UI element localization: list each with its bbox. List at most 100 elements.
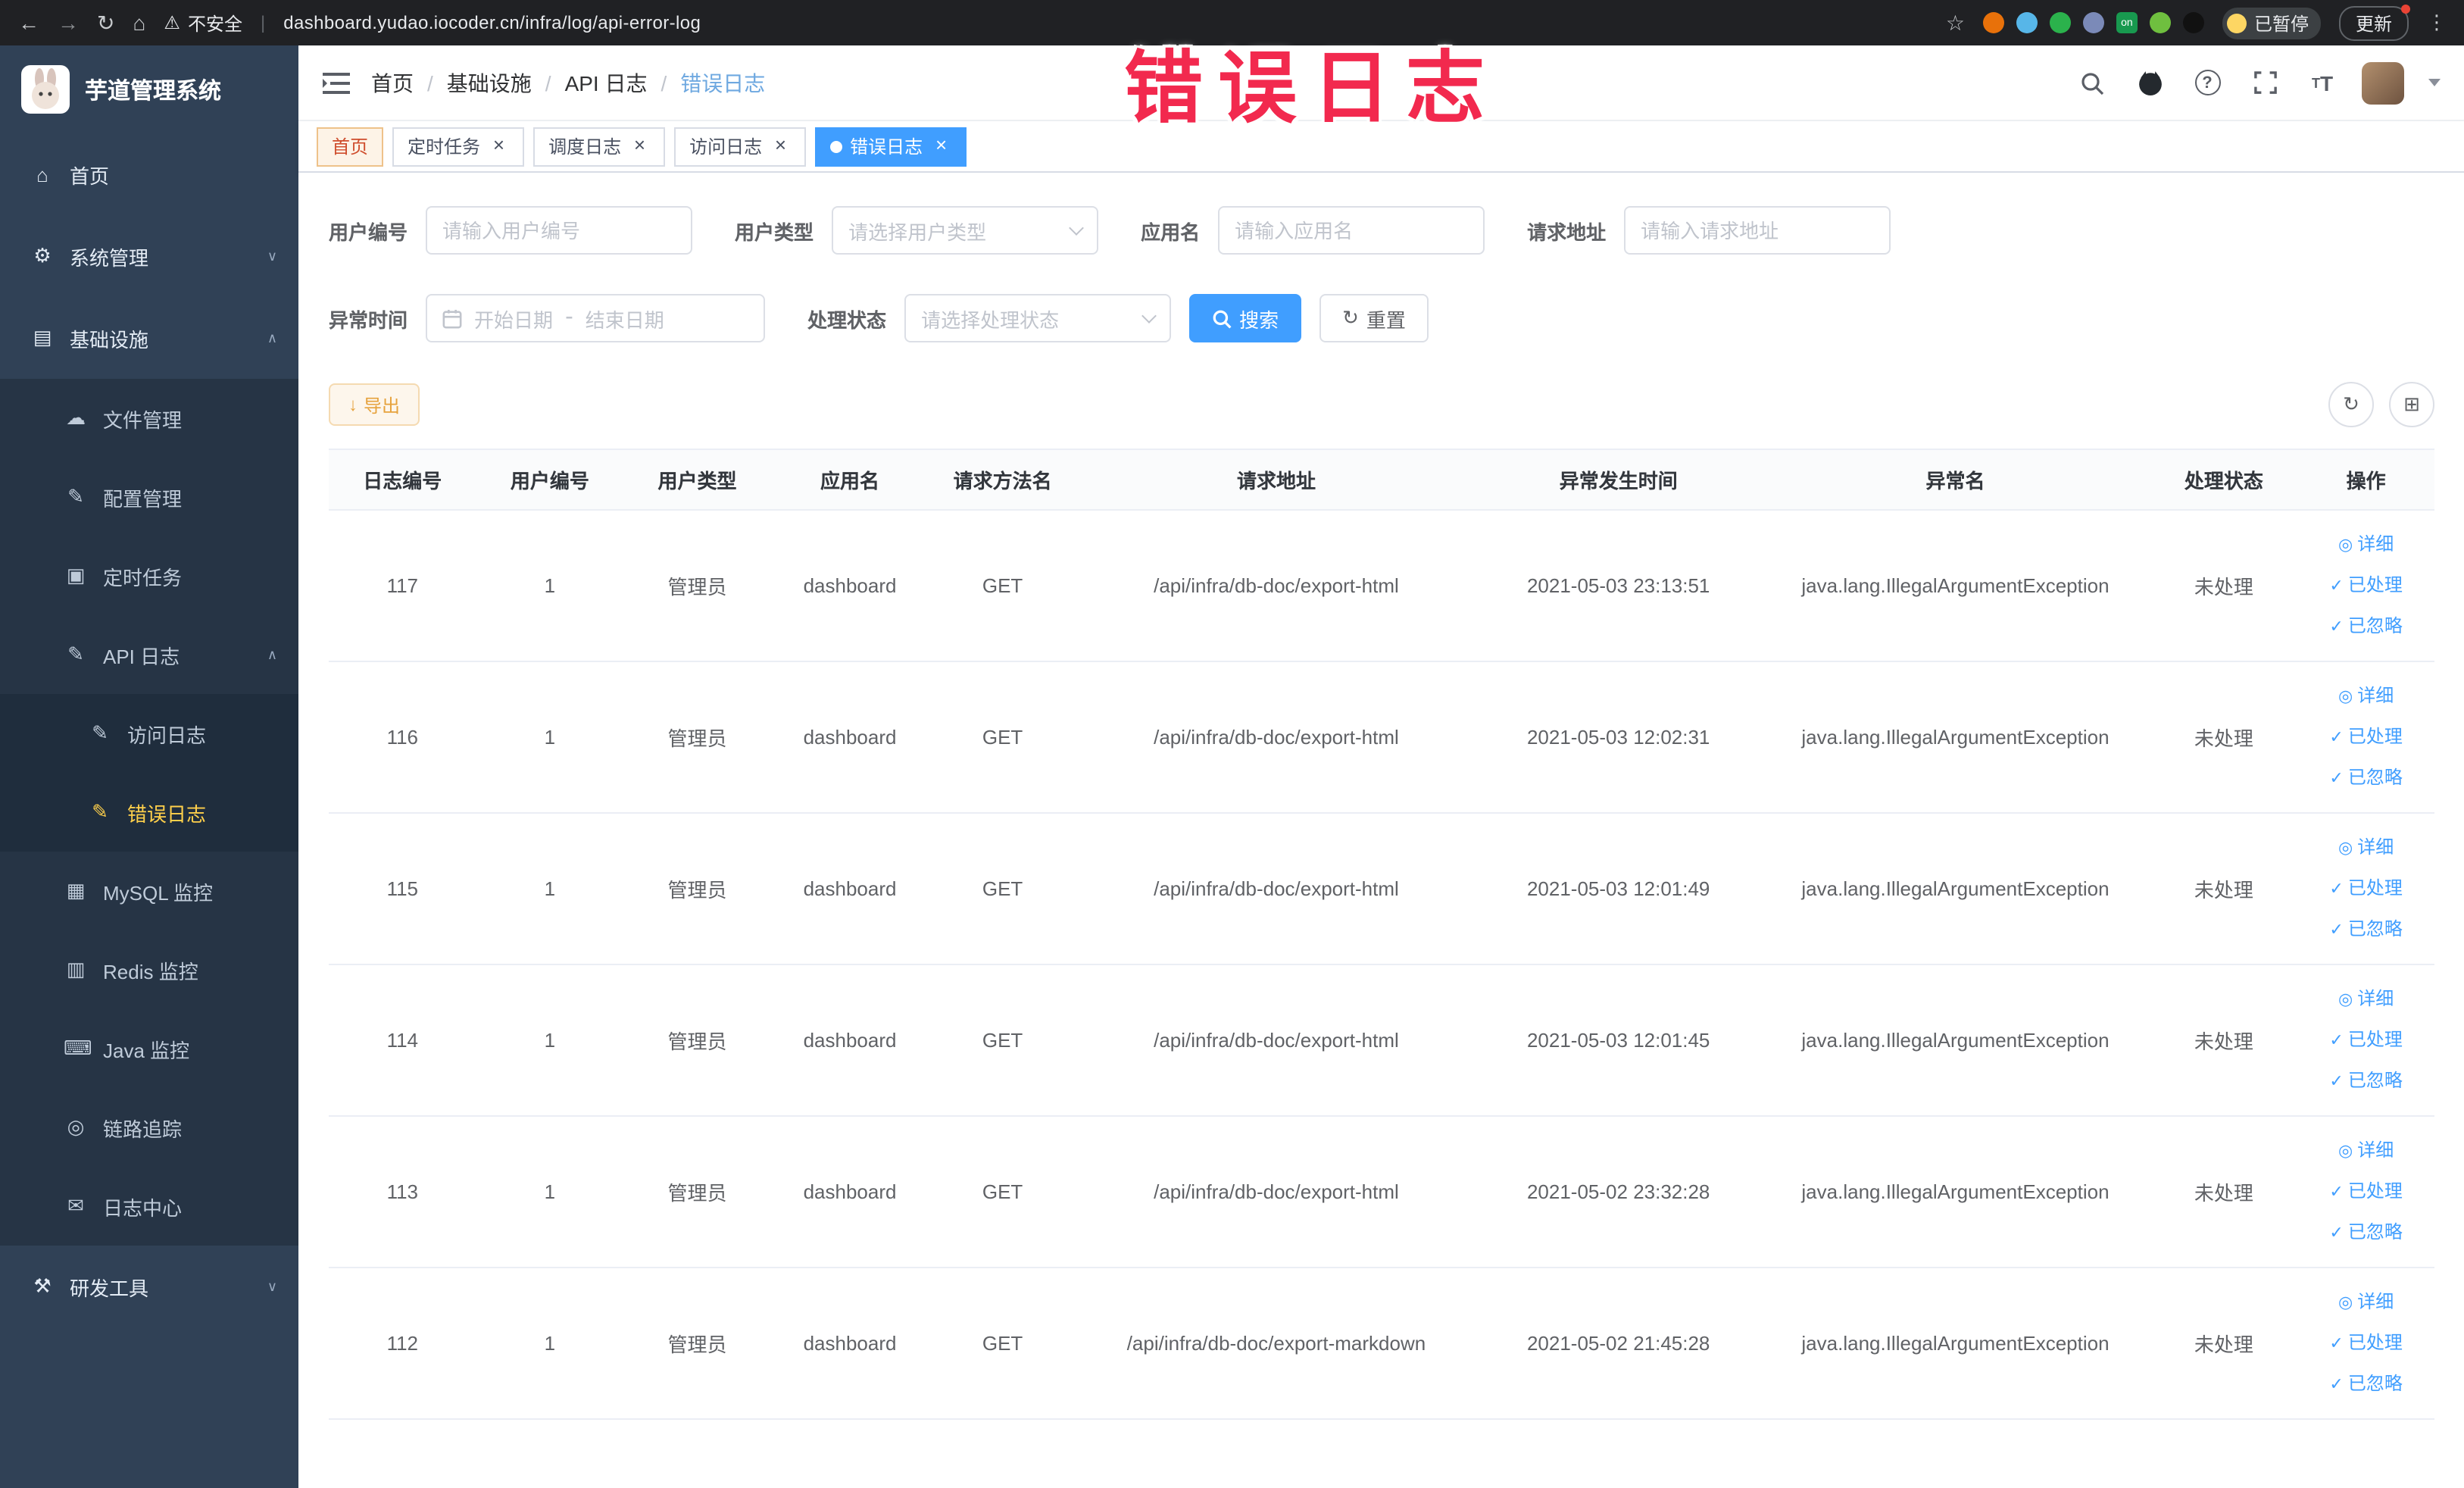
github-icon[interactable]	[2131, 64, 2168, 101]
help-icon[interactable]: ?	[2189, 64, 2225, 101]
forward-icon[interactable]: →	[58, 11, 79, 35]
reset-button[interactable]: ↻ 重置	[1319, 294, 1429, 342]
cell-actions: ◎ 详细 ✓ 已处理 ✓ 已忽略	[2297, 661, 2434, 814]
sidebar-item-error-log[interactable]: ✎ 错误日志	[0, 773, 298, 852]
sidebar-item-infrastructure[interactable]: ▤ 基础设施 ∧	[0, 297, 298, 379]
breadcrumb: 首页 / 基础设施 / API 日志 / 错误日志	[371, 67, 765, 98]
reload-icon[interactable]: ↻	[97, 10, 114, 36]
row-action-ignored[interactable]: ✓ 已忽略	[2303, 1212, 2428, 1253]
row-action-detail[interactable]: ◎ 详细	[2303, 676, 2428, 717]
browser-home-icon[interactable]: ⌂	[133, 11, 145, 35]
breadcrumb-home[interactable]: 首页	[371, 67, 414, 98]
bookmark-star-icon[interactable]: ☆	[1946, 10, 1965, 36]
back-icon[interactable]: ←	[18, 11, 39, 35]
app-name-input[interactable]	[1218, 206, 1485, 255]
exception-time-range-picker[interactable]: 开始日期 - 结束日期	[426, 294, 766, 342]
update-button[interactable]: 更新	[2338, 4, 2410, 40]
breadcrumb-api-log[interactable]: API 日志	[565, 67, 648, 98]
tab-scheduled-job[interactable]: 定时任务 ×	[392, 127, 525, 166]
user-avatar[interactable]	[2362, 61, 2404, 104]
row-action-processed[interactable]: ✓ 已处理	[2303, 1020, 2428, 1061]
extension-green-circle-icon[interactable]	[2049, 12, 2071, 33]
sidebar-item-system-manage[interactable]: ⚙ 系统管理 ∨	[0, 215, 298, 297]
sidebar-item-access-log[interactable]: ✎ 访问日志	[0, 694, 298, 773]
sidebar-item-mysql-monitor[interactable]: ▦ MySQL 监控	[0, 852, 298, 930]
tab-schedule-log[interactable]: 调度日志 ×	[533, 127, 666, 166]
column-settings-button[interactable]: ⊞	[2389, 382, 2434, 427]
row-action-detail[interactable]: ◎ 详细	[2303, 979, 2428, 1020]
app-name-label: 应用名	[1141, 220, 1201, 243]
profile-paused-badge[interactable]: 已暂停	[2222, 7, 2321, 39]
row-action-detail[interactable]: ◎ 详细	[2303, 1282, 2428, 1323]
extension-grid-icon[interactable]	[2082, 12, 2104, 33]
sidebar-item-trace[interactable]: ◎ 链路追踪	[0, 1088, 298, 1167]
font-size-icon[interactable]: TT	[2304, 64, 2341, 101]
row-action-processed[interactable]: ✓ 已处理	[2303, 1323, 2428, 1364]
cell-user-id: 1	[476, 813, 624, 965]
user-type-select[interactable]: 请选择用户类型	[832, 206, 1099, 255]
cell-actions: ◎ 详细 ✓ 已处理 ✓ 已忽略	[2297, 1116, 2434, 1268]
fullscreen-icon[interactable]	[2247, 64, 2283, 101]
sidebar-item-devtools[interactable]: ⚒ 研发工具 ∨	[0, 1246, 298, 1327]
row-action-processed[interactable]: ✓ 已处理	[2303, 717, 2428, 758]
search-button[interactable]: 搜索	[1189, 294, 1302, 342]
home-icon: ⌂	[36, 163, 48, 186]
row-action-ignored[interactable]: ✓ 已忽略	[2303, 1061, 2428, 1102]
row-action-ignored[interactable]: ✓ 已忽略	[2303, 1364, 2428, 1405]
row-action-ignored[interactable]: ✓ 已忽略	[2303, 758, 2428, 799]
export-button[interactable]: ↓ 导出	[329, 383, 420, 426]
column-header-0: 日志编号	[329, 449, 476, 511]
tab-home[interactable]: 首页	[317, 127, 384, 166]
table-row: 116 1 管理员 dashboard GET/api/infra/db-doc/exp…	[329, 661, 2434, 814]
header-search-icon[interactable]	[2074, 64, 2110, 101]
extension-leaf-icon[interactable]	[2149, 12, 2171, 33]
breadcrumb-error-log: 错误日志	[680, 70, 766, 95]
tab-close-icon[interactable]: ×	[930, 134, 951, 157]
tab-close-icon[interactable]: ×	[629, 134, 650, 157]
user-id-input[interactable]	[426, 206, 693, 255]
sidebar-item-config-manage[interactable]: ✎ 配置管理	[0, 458, 298, 536]
cell-exception: java.lang.IllegalArgumentException	[1760, 661, 2150, 814]
row-action-processed[interactable]: ✓ 已处理	[2303, 1171, 2428, 1212]
row-action-ignored[interactable]: ✓ 已忽略	[2303, 606, 2428, 647]
extension-drop-icon[interactable]	[2016, 12, 2038, 33]
sidebar-item-home[interactable]: ⌂ 首页	[0, 133, 298, 215]
logo[interactable]: 芋道管理系统	[0, 45, 298, 133]
url-text[interactable]: dashboard.yudao.iocoder.cn/infra/log/api…	[283, 12, 701, 33]
check-icon: ✓	[2329, 1073, 2344, 1091]
extension-red-icon[interactable]	[1982, 12, 2004, 33]
row-action-processed[interactable]: ✓ 已处理	[2303, 868, 2428, 909]
java-monitor-icon: ⌨	[64, 1036, 92, 1059]
tab-access-log[interactable]: 访问日志 ×	[674, 127, 807, 166]
tab-close-icon[interactable]: ×	[488, 134, 509, 157]
sidebar-item-log-center[interactable]: ✉ 日志中心	[0, 1167, 298, 1246]
security-indicator[interactable]: ⚠ 不安全	[164, 10, 242, 36]
process-status-select[interactable]: 请选择处理状态	[904, 294, 1172, 342]
row-action-detail[interactable]: ◎ 详细	[2303, 1130, 2428, 1171]
table-refresh-button[interactable]: ↻	[2328, 382, 2374, 427]
avatar-caret-icon[interactable]	[2428, 79, 2441, 86]
sidebar-item-redis-monitor[interactable]: ▥ Redis 监控	[0, 930, 298, 1009]
extension-bot-icon[interactable]	[2182, 12, 2204, 33]
row-action-detail[interactable]: ◎ 详细	[2303, 524, 2428, 565]
sidebar-menu: ⌂ 首页 ⚙ 系统管理 ∨ ▤ 基础设施 ∧ ☁ 文件管理 ✎ 配置管理 ▣ 定时任务 ✎ API 日志 ∧ ✎ 访…	[0, 133, 298, 1327]
sidebar-item-java-monitor[interactable]: ⌨ Java 监控	[0, 1009, 298, 1088]
hamburger-icon[interactable]	[323, 72, 350, 93]
cell-method: GET	[929, 1116, 1076, 1268]
table-row: 113 1 管理员 dashboard GET/api/infra/db-doc/exp…	[329, 1116, 2434, 1268]
row-action-processed[interactable]: ✓ 已处理	[2303, 565, 2428, 606]
sidebar-item-scheduled-job[interactable]: ▣ 定时任务	[0, 536, 298, 615]
sidebar-item-api-log[interactable]: ✎ API 日志 ∧	[0, 615, 298, 694]
url-separator: |	[260, 12, 266, 33]
row-action-ignored[interactable]: ✓ 已忽略	[2303, 909, 2428, 950]
file-manage-icon: ☁	[66, 406, 86, 429]
breadcrumb-infrastructure[interactable]: 基础设施	[447, 67, 532, 98]
row-action-detail[interactable]: ◎ 详细	[2303, 827, 2428, 868]
request-url-input[interactable]	[1624, 206, 1891, 255]
sidebar-item-file-manage[interactable]: ☁ 文件管理	[0, 379, 298, 458]
extension-on-badge-icon[interactable]: on	[2116, 12, 2138, 33]
tab-error-log[interactable]: 错误日志 ×	[815, 127, 967, 166]
tab-close-icon[interactable]: ×	[770, 134, 791, 157]
browser-menu-icon[interactable]: ⋮	[2427, 11, 2447, 35]
paused-label: 已暂停	[2253, 13, 2309, 34]
